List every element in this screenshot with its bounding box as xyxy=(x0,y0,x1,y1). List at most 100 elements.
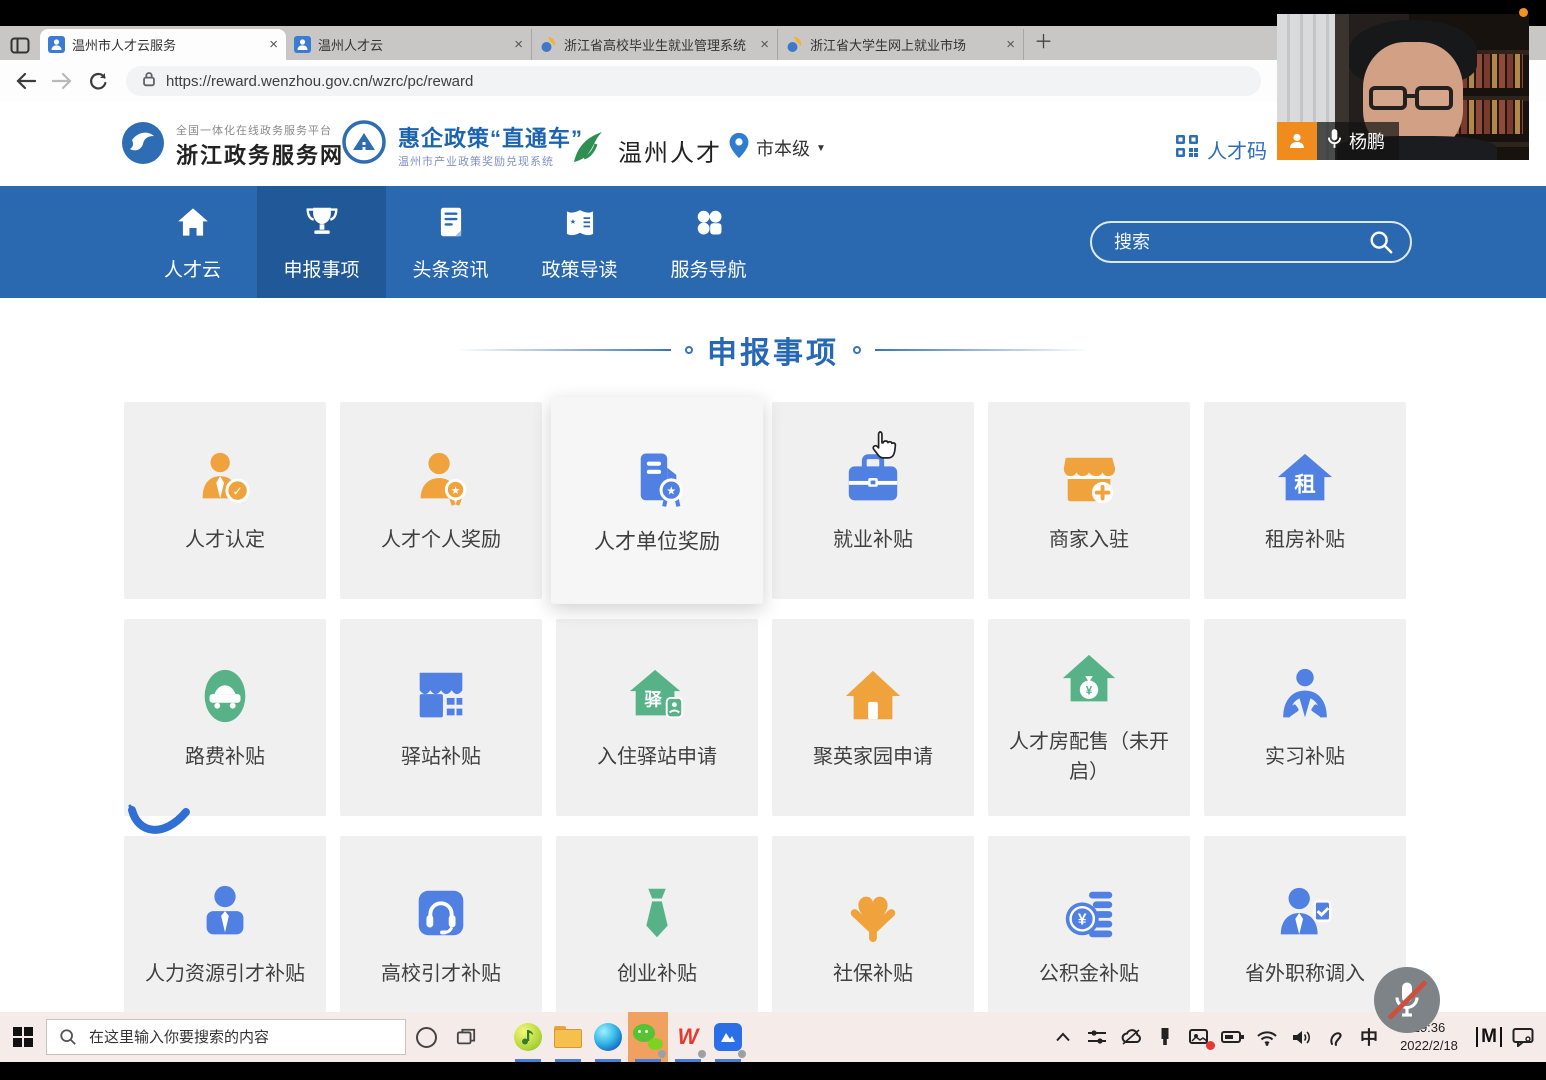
refresh-icon[interactable] xyxy=(88,71,108,91)
url-field[interactable]: https://reward.wenzhou.gov.cn/wzrc/pc/re… xyxy=(126,66,1261,96)
browser-tab-zj-market[interactable]: 浙江省大学生网上就业市场 × xyxy=(778,29,1024,60)
system-tray: 中 19:36 2022/2/18 M xyxy=(1048,1012,1538,1062)
file-explorer-icon xyxy=(554,1026,582,1048)
tray-screenshot-icon[interactable] xyxy=(1184,1012,1214,1062)
decorative-dot xyxy=(853,346,861,354)
windows-taskbar: W xyxy=(0,1012,1546,1062)
qq-music-button[interactable] xyxy=(508,1012,548,1062)
meeting-button[interactable] xyxy=(708,1012,748,1062)
nav-item-policy[interactable]: ★ 政策导读 xyxy=(515,186,644,298)
tray-cloud-icon[interactable] xyxy=(1116,1012,1146,1062)
card-talent-housing[interactable]: ¥ 人才房配售（未开启） xyxy=(988,619,1190,816)
tray-wifi-icon[interactable] xyxy=(1252,1012,1282,1062)
window-bottom-bar xyxy=(0,1062,1546,1080)
grid-icon xyxy=(690,203,728,247)
house-rent-icon: 租 xyxy=(1273,447,1337,511)
badge-dot xyxy=(738,1050,746,1058)
action-center-icon[interactable] xyxy=(1508,1012,1538,1062)
news-icon xyxy=(432,203,470,247)
tray-pen-icon[interactable] xyxy=(1320,1012,1350,1062)
start-button[interactable] xyxy=(0,1026,46,1048)
edge-icon xyxy=(594,1023,622,1051)
card-label: 人力资源引才补贴 xyxy=(136,959,314,989)
cortana-icon xyxy=(416,1027,437,1048)
policy-express-logo-icon xyxy=(340,118,388,171)
zhejiang-gov-logo[interactable]: 全国一体化在线政务服务平台 浙江政务服务网 xyxy=(120,120,344,171)
card-label: 省外职称调入 xyxy=(1216,959,1394,989)
im-app-icon[interactable]: M xyxy=(1474,1012,1504,1062)
card-talent-unit-award[interactable]: ★ 人才单位奖励 xyxy=(551,397,763,604)
tray-chevron-up-icon[interactable] xyxy=(1048,1012,1078,1062)
mic-muted-button[interactable] xyxy=(1374,967,1440,1033)
heart-hands-icon xyxy=(841,881,905,945)
back-icon[interactable] xyxy=(16,72,36,90)
notification-badge xyxy=(1206,1041,1215,1050)
browser-tab-zj-grad[interactable]: 浙江省高校毕业生就业管理系统 × xyxy=(532,29,778,60)
card-juying-home[interactable]: 聚英家园申请 xyxy=(772,619,974,816)
wenzhou-talent-logo-icon xyxy=(568,128,608,173)
mic-icon xyxy=(1327,128,1342,154)
policy-express-logo[interactable]: 惠企政策“直通车” 温州市产业政策奖励兑现系统 xyxy=(340,118,583,171)
card-startup-subsidy[interactable]: 创业补贴 xyxy=(556,836,758,1033)
trophy-icon xyxy=(303,203,341,247)
tab-title: 温州人才云 xyxy=(318,35,508,54)
nav-item-services[interactable]: 服务导航 xyxy=(644,186,773,298)
edge-button[interactable] xyxy=(588,1012,628,1062)
card-university-talent-subsidy[interactable]: 高校引才补贴 xyxy=(340,836,542,1033)
nav-label: 人才云 xyxy=(164,255,221,282)
card-hr-talent-subsidy[interactable]: 人力资源引才补贴 xyxy=(124,836,326,1033)
webcam-overlay: 杨鹏 xyxy=(1277,14,1529,160)
talent-code-button[interactable]: 人才码 xyxy=(1175,134,1267,164)
running-indicator xyxy=(635,1059,661,1062)
close-icon[interactable]: × xyxy=(269,37,278,52)
task-view-button[interactable] xyxy=(446,1012,486,1062)
store-plus-icon xyxy=(1057,447,1121,511)
card-label: 创业补贴 xyxy=(568,959,746,989)
nav-item-declare[interactable]: 申报事项 xyxy=(257,186,386,298)
browser-tab-wzrc2[interactable]: 温州人才云 × xyxy=(286,29,532,60)
close-icon[interactable]: × xyxy=(1006,37,1015,52)
taskbar-search-input[interactable] xyxy=(87,1028,393,1047)
person-transfer-icon xyxy=(1273,881,1337,945)
policy-book-icon: ★ xyxy=(561,203,599,247)
card-social-security-subsidy[interactable]: 社保补贴 xyxy=(772,836,974,1033)
forward-icon[interactable] xyxy=(52,72,72,90)
card-internship-subsidy[interactable]: 实习补贴 xyxy=(1204,619,1406,816)
close-icon[interactable]: × xyxy=(514,37,523,52)
wechat-button[interactable] xyxy=(628,1012,668,1062)
browser-tab-wzrc[interactable]: 温州市人才云服务 × xyxy=(40,29,286,60)
file-explorer-button[interactable] xyxy=(548,1012,588,1062)
coins-icon: ¥ xyxy=(1057,881,1121,945)
person-award-icon: ★ xyxy=(409,447,473,511)
card-housing-fund-subsidy[interactable]: ¥ 公积金补贴 xyxy=(988,836,1190,1033)
card-rent-subsidy[interactable]: 租 租房补贴 xyxy=(1204,402,1406,599)
tab-management-icon[interactable] xyxy=(0,30,40,60)
tab-title: 浙江省大学生网上就业市场 xyxy=(810,35,1000,54)
tray-sliders-icon[interactable] xyxy=(1082,1012,1112,1062)
card-station-subsidy[interactable]: 驿站补贴 xyxy=(340,619,542,816)
card-talent-certification[interactable]: ✓ 人才认定 xyxy=(124,402,326,599)
search-icon[interactable] xyxy=(1368,229,1394,255)
new-tab-button[interactable]: ＋ xyxy=(1034,27,1053,54)
glasses-bridge xyxy=(1405,94,1417,98)
lock-icon xyxy=(140,70,158,93)
site-search-input[interactable] xyxy=(1092,232,1368,253)
url-text: https://reward.wenzhou.gov.cn/wzrc/pc/re… xyxy=(166,73,473,90)
card-station-checkin[interactable]: 驿 入住驿站申请 xyxy=(556,619,758,816)
tray-battery-icon[interactable] xyxy=(1218,1012,1248,1062)
chevron-down-icon: ▼ xyxy=(816,143,826,154)
card-talent-personal-award[interactable]: ★ 人才个人奖励 xyxy=(340,402,542,599)
nav-items: 人才云 申报事项 头条资讯 ★ 政策导读 xyxy=(128,186,773,298)
card-travel-subsidy[interactable]: 路费补贴 xyxy=(124,619,326,816)
close-icon[interactable]: × xyxy=(760,37,769,52)
nav-item-news[interactable]: 头条资讯 xyxy=(386,186,515,298)
tray-usb-icon[interactable] xyxy=(1150,1012,1180,1062)
headset-icon xyxy=(409,881,473,945)
nav-item-talent-cloud[interactable]: 人才云 xyxy=(128,186,257,298)
card-merchant-onboarding[interactable]: 商家入驻 xyxy=(988,402,1190,599)
wps-button[interactable]: W xyxy=(668,1012,708,1062)
wenzhou-talent-logo[interactable]: 温州人才 xyxy=(568,128,722,173)
tray-speaker-icon[interactable] xyxy=(1286,1012,1316,1062)
region-selector[interactable]: 市本级 ▼ xyxy=(728,132,826,164)
cortana-button[interactable] xyxy=(406,1012,446,1062)
